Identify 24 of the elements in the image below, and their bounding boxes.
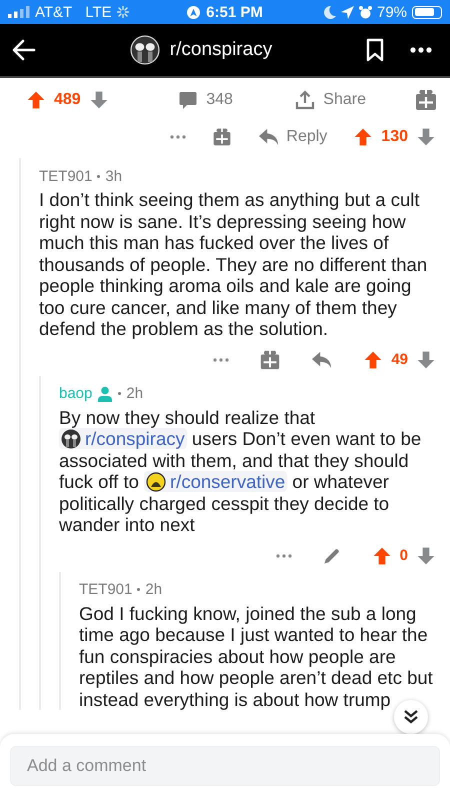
battery-percent: 79% (376, 4, 408, 20)
clock-time: 6:51 PM (206, 4, 263, 20)
reply-button[interactable]: Reply (258, 127, 328, 147)
subreddit-title: r/conspiracy (170, 39, 272, 61)
comment-text: God I fucking know, joined the sub a long time ago because I just wanted to hear the fun conspiracies about how people are reptiles and how people aren’t dead etc but instead everything is about how trump (79, 602, 434, 710)
comment-author[interactable]: TET901 (79, 581, 132, 598)
comment-score: 130 (381, 128, 408, 146)
comment-author[interactable]: TET901 (39, 168, 92, 184)
comment-text: By now they should realize that r/conspiracy users Don’t even want to be associated with them, and that they should fuck off to r/conservative or whatever politically charged cesspit they decide to wander into next (59, 406, 422, 536)
comment-input[interactable]: Add a comment (10, 746, 440, 786)
comment-author[interactable]: baop (59, 385, 92, 402)
subreddit-link[interactable]: r/conservative (144, 471, 288, 492)
network-type: LTE (85, 4, 112, 20)
comment-count: 348 (206, 91, 233, 109)
comment-age: 2h (126, 385, 144, 402)
comment-score: 49 (391, 351, 408, 368)
comment-score: 0 (400, 547, 408, 564)
carrier-name: AT&T (35, 4, 72, 20)
comment-age: 2h (145, 581, 162, 598)
share-button[interactable]: Share (295, 90, 366, 110)
subreddit-link[interactable]: r/conspiracy (59, 428, 187, 449)
comment-age: 3h (105, 168, 122, 184)
comment-text: I don’t think seeing them as anything but a cult right now is sane. It’s depressing seeing how much this man has fucked over the lives of thousands of people. They are no different than people thinking aroma oils and kale are going too cure cancer, and like many of them they defend the problem as the solution. (39, 189, 428, 340)
post-score: 489 (54, 91, 81, 109)
